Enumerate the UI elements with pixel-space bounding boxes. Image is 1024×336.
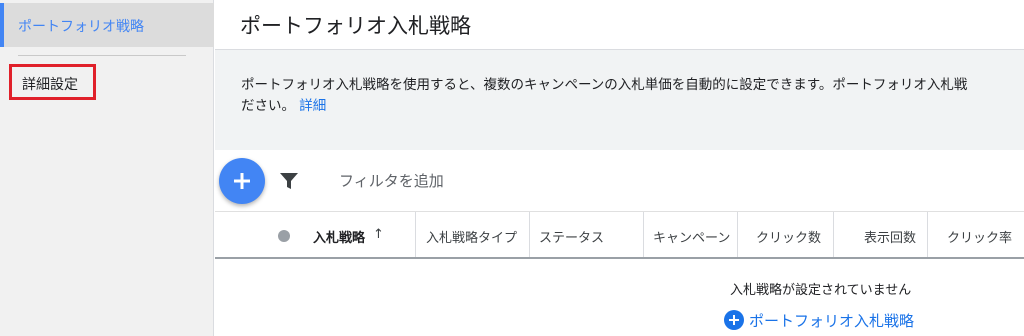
table-toolbar: フィルタを追加 [215,150,1024,212]
status-dot-icon [278,230,290,242]
sidebar-item-advanced-settings[interactable]: 詳細設定 [9,64,96,100]
sort-ascending-icon: ↑ [373,227,384,242]
column-label: クリック率 [947,231,1013,246]
column-header-impressions[interactable]: 表示回数 [834,212,928,257]
add-portfolio-strategy-link[interactable]: ポートフォリオ入札戦略 [724,309,914,331]
info-line-1: ポートフォリオ入札戦略を使用すると、複数のキャンペーンの入札単価を自動的に設定で… [241,77,968,93]
sidebar-divider [18,55,186,56]
page-title: ポートフォリオ入札戦略 [240,14,471,38]
column-header-strategy-type[interactable]: 入札戦略タイプ [416,212,530,257]
info-text: ポートフォリオ入札戦略を使用すると、複数のキャンペーンの入札単価を自動的に設定で… [241,75,1024,117]
sidebar-item-portfolio-strategy[interactable]: ポートフォリオ戦略 [0,3,214,47]
filter-icon[interactable] [278,170,300,192]
column-header-clicks[interactable]: クリック数 [738,212,834,257]
column-header-campaigns[interactable]: キャンペーン [644,212,738,257]
sidebar-item-label: ポートフォリオ戦略 [18,19,144,35]
table-header: 入札戦略 ↑ 入札戦略タイプ ステータス キャンペーン クリック数 表示回数 ク… [215,212,1024,259]
column-header-ctr[interactable]: クリック率 [928,212,1024,257]
add-circle-icon [724,310,744,330]
empty-state-message: 入札戦略が設定されていません [730,283,912,298]
sidebar: ポートフォリオ戦略 詳細設定 [0,0,214,336]
add-button[interactable] [219,158,265,204]
plus-icon [234,173,250,189]
info-line-2: ださい。 [241,98,295,114]
page-header: ポートフォリオ入札戦略 [215,0,1024,50]
add-filter-button[interactable]: フィルタを追加 [339,170,444,191]
add-portfolio-strategy-label: ポートフォリオ入札戦略 [749,311,915,330]
column-header-bid-strategy[interactable]: 入札戦略 ↑ [215,212,416,257]
column-header-status[interactable]: ステータス [530,212,644,257]
column-label: キャンペーン [653,231,731,246]
learn-more-link[interactable]: 詳細 [299,98,326,114]
active-indicator [0,3,4,47]
column-label: 表示回数 [864,231,917,246]
sidebar-item-label: 詳細設定 [22,77,78,93]
column-label: 入札戦略タイプ [426,231,518,246]
column-label: ステータス [539,231,605,246]
plus-icon [729,315,739,325]
column-label: クリック数 [756,231,822,246]
column-label: 入札戦略 [313,231,366,246]
info-banner: ポートフォリオ入札戦略を使用すると、複数のキャンペーンの入札単価を自動的に設定で… [215,50,1024,150]
